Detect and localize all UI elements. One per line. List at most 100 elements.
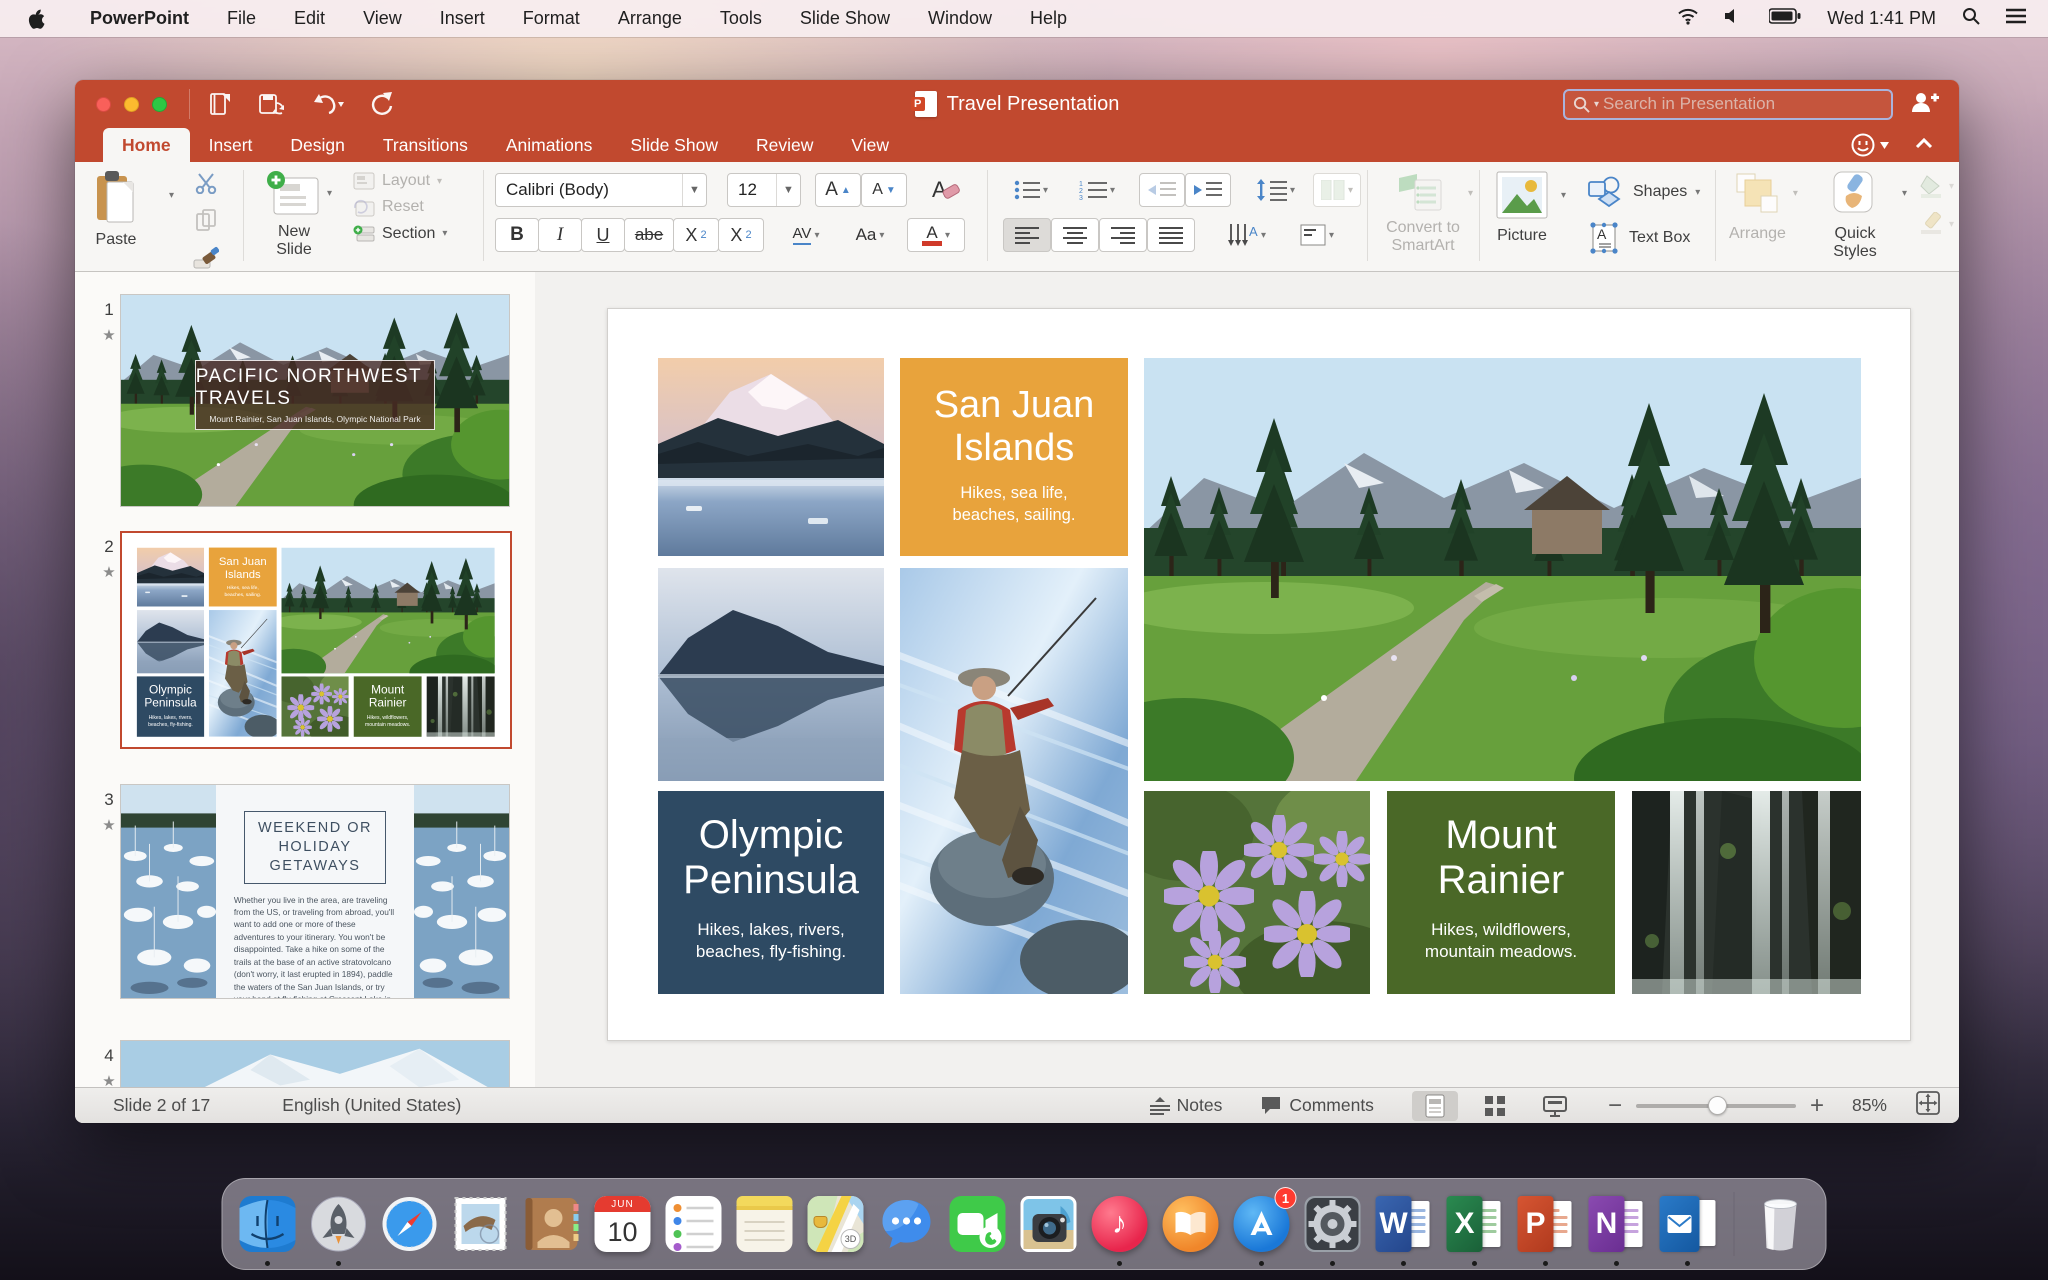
menu-clock[interactable]: Wed 1:41 PM: [1827, 8, 1936, 29]
italic-button[interactable]: I: [538, 218, 582, 252]
zoom-in-button[interactable]: +: [1810, 1092, 1824, 1120]
dock-app-store-icon[interactable]: 1: [1231, 1193, 1293, 1255]
menu-insert[interactable]: Insert: [421, 8, 504, 29]
align-center-button[interactable]: [1051, 218, 1099, 252]
section-button[interactable]: Section▾: [353, 225, 447, 243]
underline-button[interactable]: U: [581, 218, 625, 252]
titlebar[interactable]: Travel Presentation ▾: [75, 80, 1959, 128]
dock-system-preferences-icon[interactable]: [1302, 1193, 1364, 1255]
dock-reminders-icon[interactable]: [663, 1193, 725, 1255]
picture-caret[interactable]: ▾: [1561, 190, 1566, 201]
copy-icon[interactable]: [195, 208, 217, 237]
dock-excel-icon[interactable]: X: [1444, 1193, 1506, 1255]
shape-outline-icon[interactable]: ▾: [1919, 212, 1954, 236]
dock-calendar-icon[interactable]: JUN 10: [592, 1193, 654, 1255]
arrange-button[interactable]: ▾ Arrange: [1729, 170, 1786, 243]
tab-review[interactable]: Review: [737, 128, 832, 162]
paste-caret[interactable]: ▾: [169, 190, 174, 201]
zoom-slider[interactable]: [1636, 1104, 1796, 1108]
comments-button[interactable]: Comments: [1260, 1095, 1374, 1116]
menu-edit[interactable]: Edit: [275, 8, 344, 29]
battery-icon[interactable]: [1769, 8, 1801, 29]
dock-trash-icon[interactable]: [1750, 1193, 1812, 1255]
cut-icon[interactable]: [194, 172, 218, 199]
save-icon[interactable]: [258, 91, 286, 117]
photo-purple-flowers[interactable]: [1144, 791, 1370, 994]
paste-button[interactable]: Paste: [93, 170, 139, 249]
dock-launchpad-icon[interactable]: [308, 1193, 370, 1255]
change-case-button[interactable]: Aa▾: [841, 218, 899, 252]
picture-button[interactable]: Picture: [1493, 170, 1551, 245]
font-size-combo[interactable]: 12▼: [727, 173, 801, 207]
wifi-icon[interactable]: [1677, 7, 1699, 30]
thumbnail-slide-1[interactable]: 1 ★ PACIFIC NORTHWEST TRAVELS Mount Rain…: [95, 294, 510, 507]
menu-window[interactable]: Window: [909, 8, 1011, 29]
language-indicator[interactable]: English (United States): [282, 1095, 461, 1116]
zoom-button[interactable]: [152, 97, 167, 112]
close-button[interactable]: [96, 97, 111, 112]
slideshow-view-button[interactable]: [1532, 1091, 1578, 1121]
columns-button[interactable]: ▾: [1313, 173, 1361, 207]
dock-onenote-icon[interactable]: N: [1586, 1193, 1648, 1255]
photo-waterfall[interactable]: [1632, 791, 1861, 994]
zoom-slider-thumb[interactable]: [1708, 1096, 1727, 1115]
dock-word-icon[interactable]: W: [1373, 1193, 1435, 1255]
menu-tools[interactable]: Tools: [701, 8, 781, 29]
undo-icon[interactable]: [310, 92, 344, 116]
dock-ibooks-icon[interactable]: [1160, 1193, 1222, 1255]
photo-fly-fisherman[interactable]: [900, 568, 1128, 994]
dock-maps-icon[interactable]: 3D: [805, 1193, 867, 1255]
san-juan-block[interactable]: San Juan Islands Hikes, sea life, beache…: [900, 358, 1128, 556]
align-text-button[interactable]: ▾: [1285, 218, 1349, 252]
align-left-button[interactable]: [1003, 218, 1051, 252]
zoom-percentage[interactable]: 85%: [1852, 1095, 1887, 1116]
search-box[interactable]: ▾: [1563, 89, 1893, 120]
line-spacing-button[interactable]: ▾: [1245, 173, 1307, 207]
volume-icon[interactable]: [1725, 8, 1743, 29]
decrease-indent-button[interactable]: [1139, 173, 1185, 207]
search-input[interactable]: [1603, 94, 1883, 114]
tab-transitions[interactable]: Transitions: [364, 128, 487, 162]
tab-design[interactable]: Design: [271, 128, 363, 162]
bold-button[interactable]: B: [495, 218, 539, 252]
menu-format[interactable]: Format: [504, 8, 599, 29]
menu-arrange[interactable]: Arrange: [599, 8, 701, 29]
share-icon[interactable]: [1909, 90, 1939, 119]
dock-contacts-icon[interactable]: [521, 1193, 583, 1255]
photo-mountain-bay[interactable]: [658, 358, 884, 556]
dock-finder-icon[interactable]: [237, 1193, 299, 1255]
new-slide-button[interactable]: New Slide: [261, 170, 327, 260]
font-name-combo[interactable]: Calibri (Body)▼: [495, 173, 707, 207]
tab-insert[interactable]: Insert: [190, 128, 272, 162]
redo-icon[interactable]: [368, 91, 394, 117]
notification-center-icon[interactable]: [2006, 8, 2026, 29]
tab-view[interactable]: View: [832, 128, 908, 162]
font-color-button[interactable]: A ▾: [907, 218, 965, 252]
new-presentation-icon[interactable]: [208, 91, 234, 117]
shapes-button[interactable]: Shapes▾: [1587, 176, 1700, 208]
menu-help[interactable]: Help: [1011, 8, 1086, 29]
menu-view[interactable]: View: [344, 8, 421, 29]
notes-button[interactable]: Notes: [1150, 1095, 1223, 1116]
character-spacing-button[interactable]: AV▾: [775, 218, 837, 252]
dock-safari-icon[interactable]: [379, 1193, 441, 1255]
clear-formatting-button[interactable]: A: [921, 173, 969, 207]
thumbnail-slide-2[interactable]: 2 ★ San Juan Islands Hikes, sea life, be…: [95, 531, 512, 749]
spotlight-icon[interactable]: [1962, 7, 1980, 30]
search-scope-caret[interactable]: ▾: [1594, 99, 1599, 110]
superscript-button[interactable]: X2: [673, 218, 719, 252]
photo-alpine-meadow[interactable]: [1144, 358, 1861, 781]
rainier-block[interactable]: Mount Rainier Hikes, wildflowers, mounta…: [1387, 791, 1615, 994]
slide-canvas[interactable]: San Juan Islands Hikes, sea life, beache…: [607, 308, 1911, 1041]
increase-font-button[interactable]: A▲: [815, 173, 861, 207]
thumbnail-slide-3[interactable]: 3 ★ WEEKEND OR HOLIDAY GETAWAYS Whether …: [95, 784, 510, 999]
increase-indent-button[interactable]: [1185, 173, 1231, 207]
format-painter-icon[interactable]: [193, 246, 219, 275]
text-box-button[interactable]: A Text Box: [1587, 220, 1690, 256]
dock-powerpoint-icon[interactable]: P: [1515, 1193, 1577, 1255]
dock-outlook-icon[interactable]: [1657, 1193, 1719, 1255]
subscript-button[interactable]: X2: [718, 218, 764, 252]
menu-slide-show[interactable]: Slide Show: [781, 8, 909, 29]
photo-lake-reflection[interactable]: [658, 568, 884, 781]
zoom-out-button[interactable]: −: [1608, 1092, 1622, 1120]
